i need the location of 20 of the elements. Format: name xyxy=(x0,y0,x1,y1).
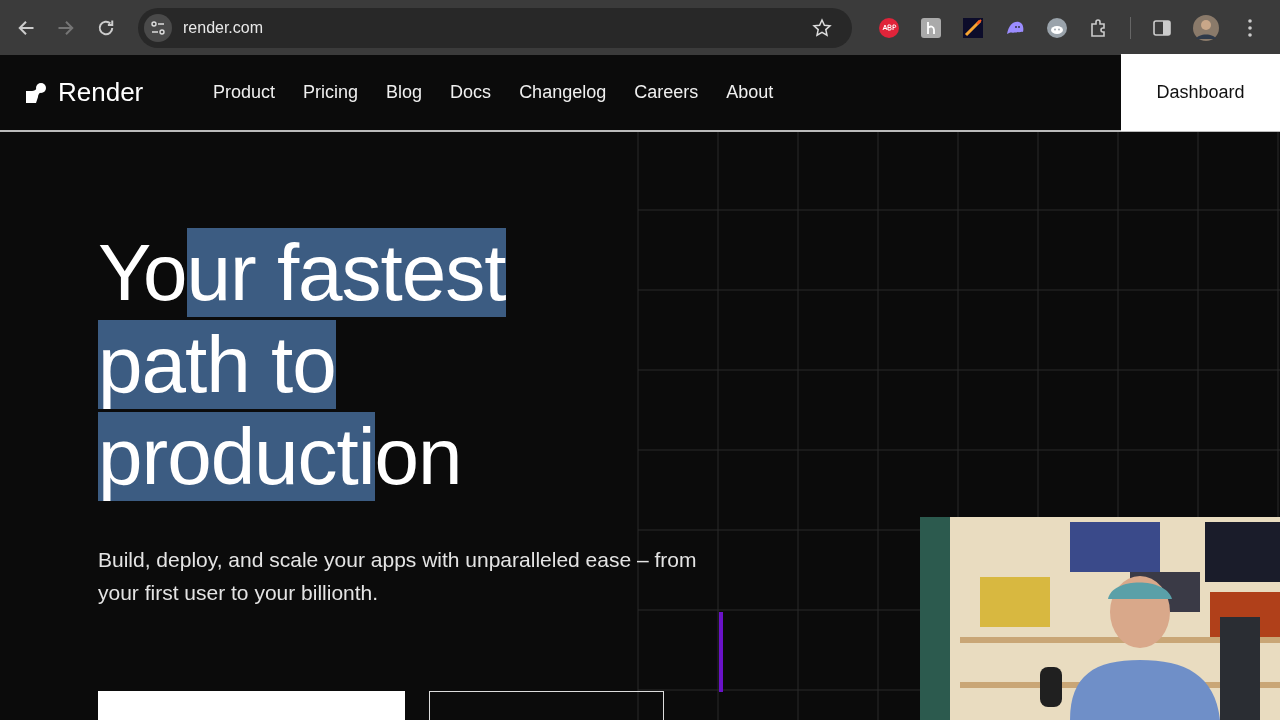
nav-link[interactable]: Careers xyxy=(634,82,699,103)
render-logo[interactable]: Render xyxy=(24,77,204,108)
site-settings-icon[interactable] xyxy=(144,13,172,42)
bookmark-star-icon[interactable] xyxy=(812,17,832,38)
adblock-icon[interactable] xyxy=(878,16,900,39)
address-bar[interactable]: render.com xyxy=(138,7,852,48)
dashboard-button[interactable]: Dashboard xyxy=(1121,54,1280,131)
url-text: render.com xyxy=(183,18,265,37)
hero-headline: Your fastest path to production xyxy=(98,227,507,503)
nav-link[interactable]: Pricing xyxy=(303,82,359,103)
secondary-cta-button[interactable] xyxy=(429,691,664,720)
hero-subtitle: Build, deploy, and scale your apps with unparalleled ease – from your first user to your billionth. xyxy=(98,547,698,606)
nav-link[interactable]: Docs xyxy=(450,82,492,103)
nav-link[interactable]: Changelog xyxy=(519,82,607,103)
nav-link[interactable]: Product xyxy=(213,82,276,103)
nav-link[interactable]: Blog xyxy=(386,82,423,103)
render-logo-icon xyxy=(24,80,48,105)
profile-avatar[interactable] xyxy=(1193,14,1219,41)
extension-icon[interactable] xyxy=(920,16,942,39)
nav-link[interactable]: About xyxy=(726,82,774,103)
